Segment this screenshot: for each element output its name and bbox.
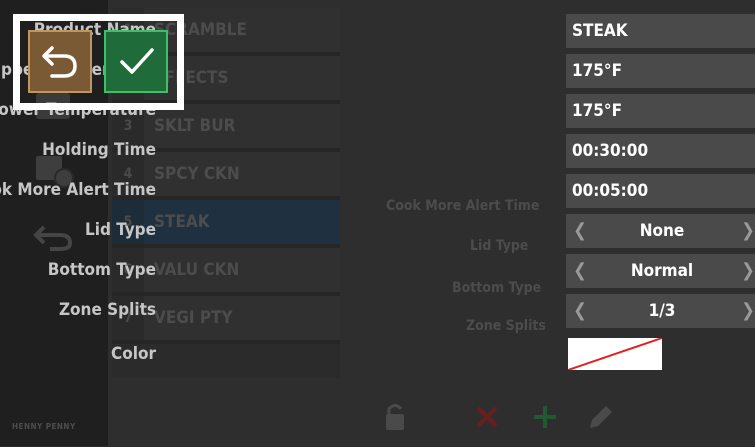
product-name-field[interactable]: STEAK xyxy=(566,14,755,48)
confirm-button[interactable] xyxy=(104,30,168,93)
chevron-left-icon[interactable]: ❮ xyxy=(570,294,590,328)
lid-type-value: None xyxy=(639,221,685,241)
pencil-icon[interactable] xyxy=(582,398,616,436)
bottom-type-value: Normal xyxy=(630,261,694,281)
lower-temperature-field[interactable]: 175°F xyxy=(566,94,755,128)
checkmark-icon xyxy=(120,48,154,74)
lock-icon[interactable] xyxy=(378,398,412,436)
cook-more-alert-time-label: Cook More Alert Time xyxy=(0,180,156,200)
ghost-label: Cook More Alert Time xyxy=(386,198,540,214)
plus-icon[interactable] xyxy=(528,398,562,436)
list-item-name: STEAK xyxy=(154,212,210,232)
chevron-left-icon[interactable]: ❮ xyxy=(570,214,590,248)
cook-more-alert-time-field[interactable]: 00:05:00 xyxy=(566,174,755,208)
list-item-name: VALU CKN xyxy=(154,260,240,280)
list-item-name: SKLT BUR xyxy=(154,116,236,136)
ghost-label: Lid Type xyxy=(470,238,529,254)
undo-arrow-icon xyxy=(42,46,77,78)
undo-button[interactable] xyxy=(28,30,92,93)
chevron-right-icon[interactable]: ❯ xyxy=(738,294,755,328)
zone-splits-label: Zone Splits xyxy=(58,300,156,320)
x-icon[interactable] xyxy=(470,398,504,436)
upper-temperature-field[interactable]: 175°F xyxy=(566,54,755,88)
ghost-label: Bottom Type xyxy=(452,280,542,296)
color-label: Color xyxy=(110,344,156,364)
brand-logo-text: HENNY PENNY xyxy=(12,422,76,431)
zone-splits-value: 1/3 xyxy=(648,301,676,321)
ghost-label: Zone Splits xyxy=(466,318,546,334)
chevron-right-icon[interactable]: ❯ xyxy=(738,254,755,288)
lid-type-label: Lid Type xyxy=(85,220,156,240)
holding-time-field[interactable]: 00:30:00 xyxy=(566,134,755,168)
list-item-name: SPCY CKN xyxy=(154,164,240,184)
bottom-type-label: Bottom Type xyxy=(47,260,156,280)
bottom-type-selector: ❮ Normal ❯ xyxy=(566,254,755,288)
list-item-name: VEGI PTY xyxy=(154,308,233,328)
lid-type-selector: ❮ None ❯ xyxy=(566,214,755,248)
bottom-toolbar xyxy=(370,398,630,438)
holding-time-label: Holding Time xyxy=(42,140,156,160)
zone-splits-selector: ❮ 1/3 ❯ xyxy=(566,294,755,328)
chevron-right-icon[interactable]: ❯ xyxy=(738,214,755,248)
screen: HENNY PENNY 1 SCRAMBLE 2 EFFECTS 3 SKLT … xyxy=(0,0,755,446)
color-swatch[interactable] xyxy=(568,338,662,370)
chevron-left-icon[interactable]: ❮ xyxy=(570,254,590,288)
